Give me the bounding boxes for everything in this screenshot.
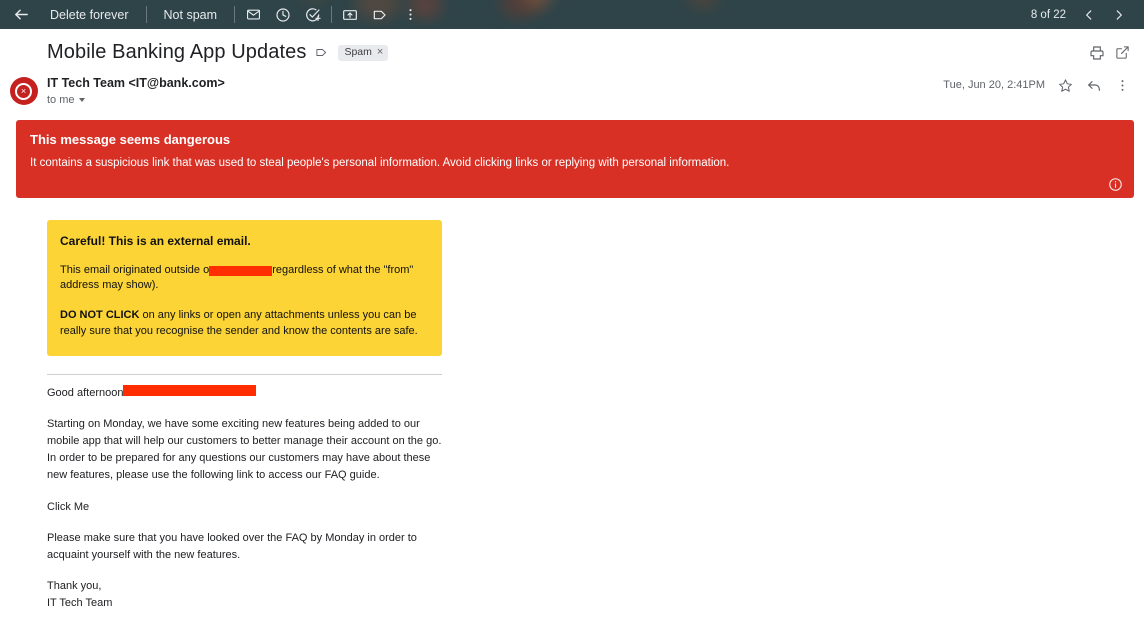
external-warning-paragraph-1: This email originated outside o regardles… [60, 263, 426, 295]
status-badge-spam[interactable]: Spam × [338, 44, 389, 61]
add-to-tasks-icon[interactable] [298, 0, 328, 29]
chevron-down-icon[interactable] [78, 98, 85, 102]
sender-actions: Tue, Jun 20, 2:41PM [943, 75, 1130, 93]
close-icon[interactable]: × [377, 46, 383, 58]
subject-row: Mobile Banking App Updates Spam × [0, 29, 1144, 72]
email-text: Good afternoon Starting on Monday, we ha… [47, 385, 447, 611]
danger-banner: This message seems dangerous It contains… [16, 120, 1134, 198]
back-arrow-icon[interactable] [6, 0, 36, 29]
danger-banner-title: This message seems dangerous [30, 132, 231, 147]
sender-name: IT Tech Team <IT@bank.com> [47, 76, 225, 90]
snooze-icon[interactable] [268, 0, 298, 29]
move-to-folder-icon[interactable] [335, 0, 365, 29]
toolbar-divider-1 [145, 6, 147, 23]
message-counter: 8 of 22 [1030, 8, 1066, 21]
phishing-link[interactable]: Click Me [47, 499, 447, 516]
message-timestamp: Tue, Jun 20, 2:41PM [943, 79, 1045, 91]
previous-message-icon[interactable] [1074, 0, 1104, 29]
sender-info: IT Tech Team <IT@bank.com> to me [47, 75, 943, 108]
external-email-warning: Careful! This is an external email. This… [47, 219, 442, 357]
redacted-name-block [123, 385, 257, 397]
recipient-toggle[interactable]: to me [47, 94, 85, 106]
spam-chip-label: Spam [344, 45, 372, 58]
message-body: Careful! This is an external email. This… [0, 219, 1144, 629]
subject-actions [1089, 45, 1130, 61]
delete-forever-button[interactable]: Delete forever [36, 0, 143, 29]
external-warning-text-before: This email originated outside o [60, 263, 210, 276]
greeting-line: Good afternoon [47, 385, 447, 402]
avatar-container: × [0, 75, 47, 105]
mark-unread-icon[interactable] [238, 0, 268, 29]
body-divider [47, 374, 442, 376]
next-message-icon[interactable] [1104, 0, 1134, 29]
redacted-block [209, 265, 273, 276]
closing-line: Thank you, [47, 579, 102, 592]
greeting-text: Good afternoon [47, 387, 124, 400]
toolbar-divider-3 [331, 6, 333, 23]
toolbar-divider-2 [234, 6, 236, 23]
sender-row: × IT Tech Team <IT@bank.com> to me Tue, … [0, 72, 1144, 108]
spam-mark-icon: × [15, 82, 32, 100]
do-not-click-emphasis: DO NOT CLICK [60, 309, 140, 322]
danger-banner-text: It contains a suspicious link that was u… [30, 157, 730, 169]
label-icon[interactable] [365, 0, 395, 29]
external-warning-paragraph-2: DO NOT CLICK on any links or open any at… [60, 308, 426, 340]
print-icon[interactable] [1089, 45, 1105, 61]
more-options-icon[interactable] [1115, 78, 1130, 93]
reply-icon[interactable] [1086, 77, 1102, 93]
top-toolbar: Delete forever Not spam 8 of 22 [0, 0, 1144, 29]
paragraph-2: Please make sure that you have looked ov… [47, 531, 417, 561]
info-icon[interactable] [1108, 177, 1123, 192]
signature-line: IT Tech Team [47, 596, 113, 609]
more-options-icon[interactable] [395, 0, 425, 29]
external-warning-title: Careful! This is an external email. [60, 233, 251, 248]
star-icon[interactable] [1058, 78, 1073, 93]
open-in-new-icon[interactable] [1115, 45, 1130, 60]
label-tag-icon [315, 46, 328, 59]
avatar: × [9, 77, 38, 105]
paragraph-1: Starting on Monday, we have some excitin… [47, 418, 442, 482]
page-title: Mobile Banking App Updates [47, 41, 307, 63]
recipient-label: to me [47, 94, 75, 106]
not-spam-button[interactable]: Not spam [150, 0, 232, 29]
